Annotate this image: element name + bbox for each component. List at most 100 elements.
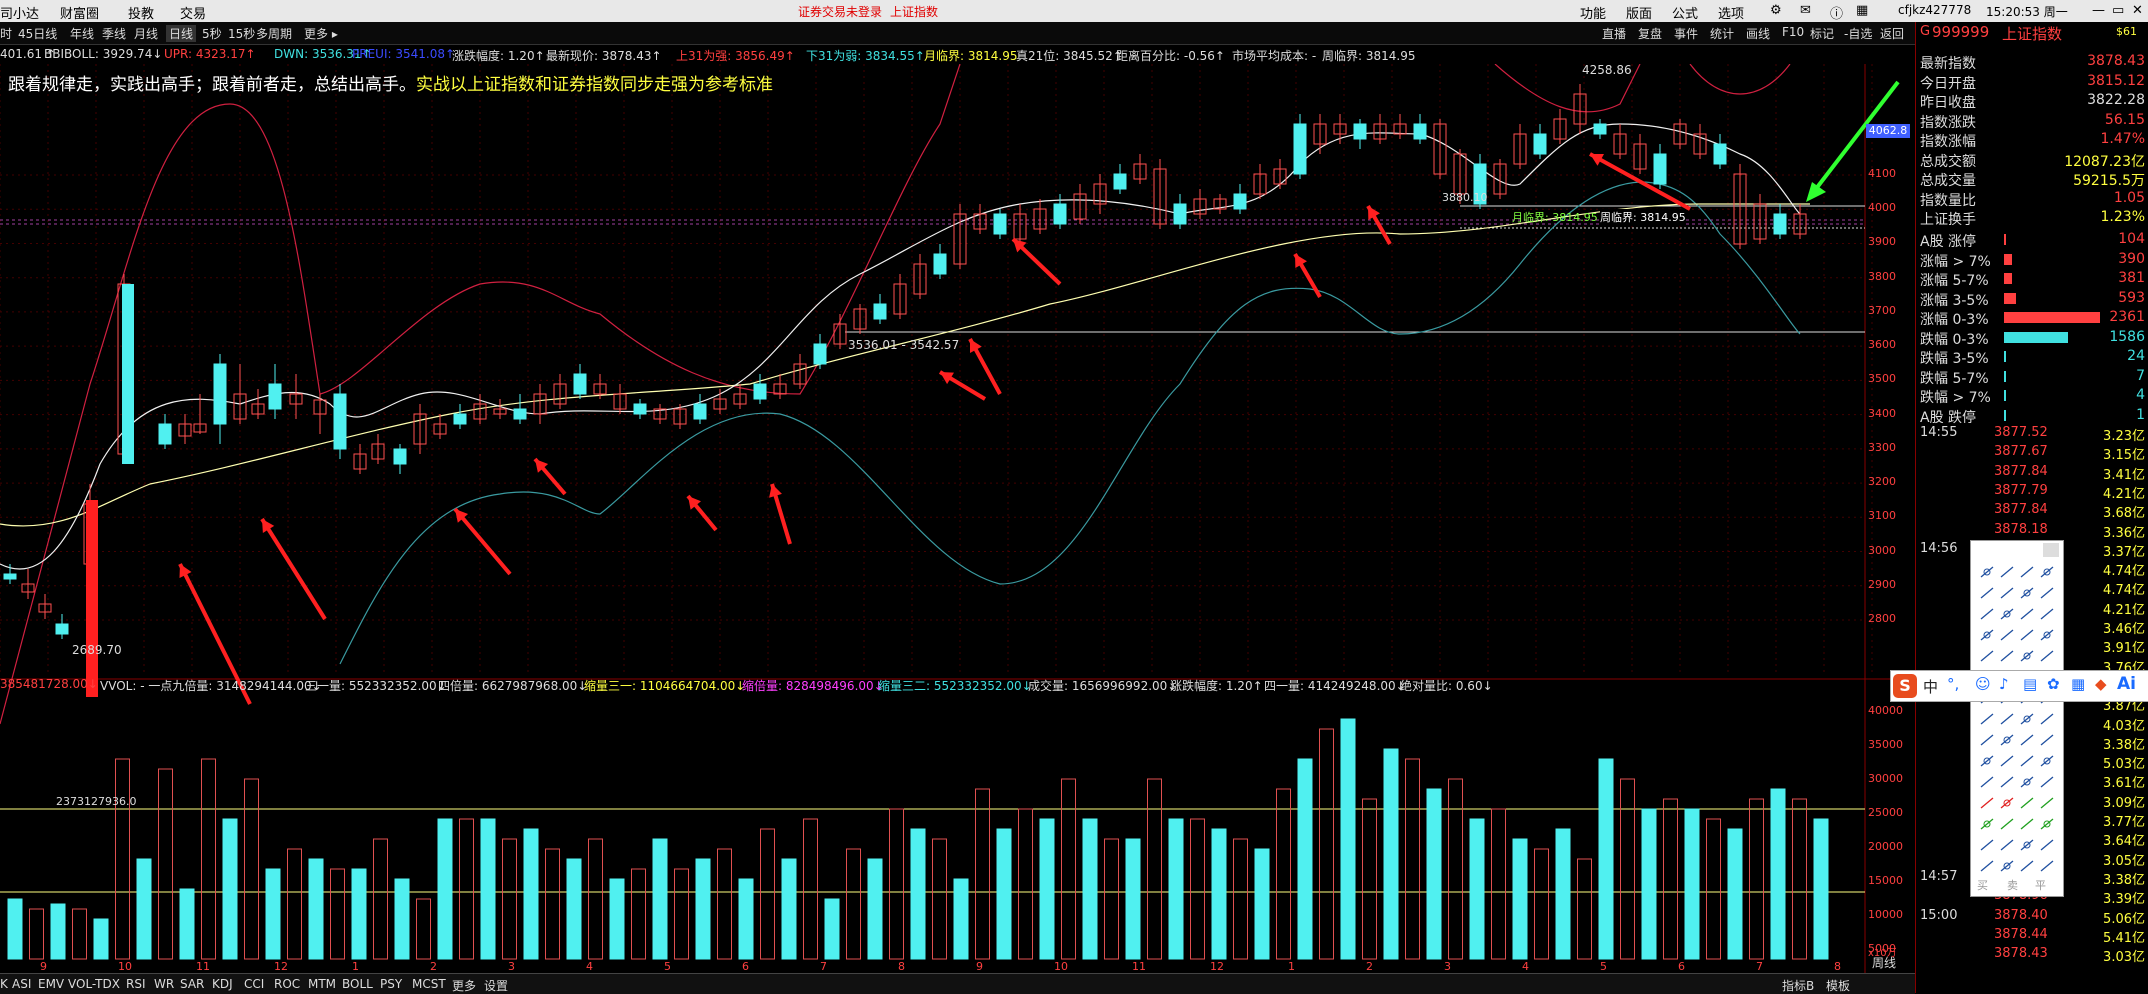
toolbox-footer-sell[interactable]: 卖 — [2007, 877, 2018, 893]
ime-mode[interactable]: 中 — [1923, 676, 1938, 697]
tab-more[interactable]: 更多 ▸ — [304, 25, 338, 42]
grid-icon[interactable]: ▦ — [1856, 3, 1868, 18]
btab-more[interactable]: 更多 — [452, 977, 476, 994]
toolbox-footer-flat[interactable]: 平 — [2035, 877, 2046, 893]
btab-template[interactable]: 模板 — [1826, 977, 1850, 994]
toolbox-tool-icon[interactable] — [2040, 566, 2054, 578]
toolbox-tool-icon[interactable] — [2000, 713, 2014, 725]
btab-asi[interactable]: ASI — [12, 977, 31, 991]
maximize-icon[interactable]: ▭ — [2112, 3, 2124, 18]
toolbox-footer-buy[interactable]: 买 — [1977, 877, 1988, 893]
toolbox-tool-icon[interactable] — [2040, 755, 2054, 767]
toolbox-tool-icon[interactable] — [1980, 650, 1994, 662]
menu-function[interactable]: 功能 — [1580, 3, 1606, 22]
tab-45day[interactable]: 45日线 — [18, 25, 57, 42]
toolbox-tool-icon[interactable] — [1980, 734, 1994, 746]
tab-live[interactable]: 直播 — [1602, 25, 1626, 42]
tab-back[interactable]: 返回 — [1880, 25, 1904, 42]
tab-month[interactable]: 月线 — [134, 25, 158, 42]
toolbox-tool-icon[interactable] — [2020, 650, 2034, 662]
toolbox-tool-icon[interactable] — [2020, 839, 2034, 851]
ime-logo-icon[interactable]: S — [1893, 674, 1917, 698]
toolbox-tools[interactable] — [1971, 561, 2063, 891]
ime-skin-icon[interactable]: ✿ — [2047, 675, 2060, 693]
toolbox-tool-icon[interactable] — [2000, 776, 2014, 788]
toolbox-tool-icon[interactable] — [2000, 587, 2014, 599]
tab-draw[interactable]: 画线 — [1746, 25, 1770, 42]
settings-icon[interactable]: ⚙ — [1770, 3, 1782, 18]
menu-item-1[interactable]: 司小达 — [0, 3, 39, 22]
toolbox-tool-icon[interactable] — [1980, 860, 1994, 872]
index-alert[interactable]: 上证指数 — [890, 3, 938, 20]
tab-events[interactable]: 事件 — [1674, 25, 1698, 42]
toolbox-tool-icon[interactable] — [2000, 818, 2014, 830]
tab-stats[interactable]: 统计 — [1710, 25, 1734, 42]
toolbox-tool-icon[interactable] — [2040, 713, 2054, 725]
toolbox-tool-icon[interactable] — [2040, 776, 2054, 788]
toolbox-tool-icon[interactable] — [1980, 587, 1994, 599]
toolbox-tool-icon[interactable] — [2040, 839, 2054, 851]
ime-emoji-icon[interactable]: ☺ — [1975, 675, 1991, 693]
tab-f10[interactable]: F10 — [1782, 25, 1804, 39]
tab-15s[interactable]: 15秒 — [228, 25, 255, 42]
tab-minute[interactable]: 时 — [0, 25, 12, 42]
toolbox-tool-icon[interactable] — [2000, 650, 2014, 662]
tab-mark[interactable]: 标记 — [1810, 25, 1834, 42]
btab-kdj[interactable]: KDJ — [212, 977, 233, 991]
btab-weekly[interactable]: 周线 — [1872, 954, 1896, 971]
login-alert[interactable]: 证券交易未登录 — [798, 3, 882, 20]
toolbox-tool-icon[interactable] — [1980, 818, 1994, 830]
toolbox-tool-icon[interactable] — [2020, 566, 2034, 578]
toolbox-tool-icon[interactable] — [2040, 734, 2054, 746]
toolbox-tool-icon[interactable] — [1980, 797, 1994, 809]
info-icon[interactable]: ⓘ — [1830, 3, 1843, 22]
toolbox-tool-icon[interactable] — [2040, 629, 2054, 641]
mail-icon[interactable]: ✉ — [1800, 3, 1811, 18]
toolbox-tool-icon[interactable] — [2000, 860, 2014, 872]
btab-boll[interactable]: BOLL — [342, 977, 373, 991]
toolbox-tool-icon[interactable] — [2000, 566, 2014, 578]
toolbox-tool-icon[interactable] — [2000, 839, 2014, 851]
toolbox-tool-icon[interactable] — [2020, 797, 2034, 809]
toolbox-tool-icon[interactable] — [2020, 818, 2034, 830]
ime-keyboard-icon[interactable]: ▤ — [2023, 675, 2037, 693]
ime-game-icon[interactable]: ◆ — [2095, 675, 2107, 693]
toolbox-tool-icon[interactable] — [2020, 860, 2034, 872]
menu-formula[interactable]: 公式 — [1672, 3, 1698, 22]
btab-roc[interactable]: ROC — [274, 977, 300, 991]
toolbox-tool-icon[interactable] — [2000, 755, 2014, 767]
toolbox-tool-icon[interactable] — [2020, 629, 2034, 641]
ime-mic-icon[interactable]: ♪ — [1999, 675, 2009, 693]
tab-year[interactable]: 年线 — [70, 25, 94, 42]
toolbox-tool-icon[interactable] — [1980, 608, 1994, 620]
tab-day[interactable]: 日线 — [166, 25, 197, 42]
btab-cci[interactable]: CCI — [244, 977, 264, 991]
toolbox-tool-icon[interactable] — [2020, 608, 2034, 620]
tab-multi-period[interactable]: 多周期 — [256, 25, 292, 42]
tab-watchlist[interactable]: -自选 — [1844, 25, 1872, 42]
toolbox-tool-icon[interactable] — [1980, 839, 1994, 851]
ime-toolbar[interactable]: S 中 °, ☺ ♪ ▤ ✿ ▦ ◆ Ai — [1890, 670, 2148, 702]
btab-mcst[interactable]: MCST — [412, 977, 446, 991]
kline-chart[interactable] — [0, 64, 1915, 973]
tab-quarter[interactable]: 季线 — [102, 25, 126, 42]
toolbox-tool-icon[interactable] — [2000, 608, 2014, 620]
btab-sar[interactable]: SAR — [180, 977, 204, 991]
toolbox-tool-icon[interactable] — [2040, 587, 2054, 599]
toolbox-tool-icon[interactable] — [1980, 566, 1994, 578]
menu-item-2[interactable]: 财富圈 — [60, 3, 99, 22]
toolbox-tool-icon[interactable] — [2040, 797, 2054, 809]
toolbox-tool-icon[interactable] — [2020, 587, 2034, 599]
toolbox-tool-icon[interactable] — [1980, 713, 1994, 725]
minimize-icon[interactable]: — — [2092, 3, 2105, 18]
drawing-toolbox[interactable]: 买 卖 平 — [1970, 540, 2064, 897]
toolbox-tool-icon[interactable] — [2040, 818, 2054, 830]
toolbox-tool-icon[interactable] — [1980, 776, 1994, 788]
menu-item-3[interactable]: 投教 — [128, 3, 154, 22]
toolbox-close-icon[interactable] — [2043, 543, 2059, 557]
toolbox-tool-icon[interactable] — [2000, 797, 2014, 809]
btab-settings[interactable]: 设置 — [484, 977, 508, 994]
btab-mtm[interactable]: MTM — [308, 977, 336, 991]
toolbox-tool-icon[interactable] — [2000, 734, 2014, 746]
toolbox-tool-icon[interactable] — [2040, 650, 2054, 662]
